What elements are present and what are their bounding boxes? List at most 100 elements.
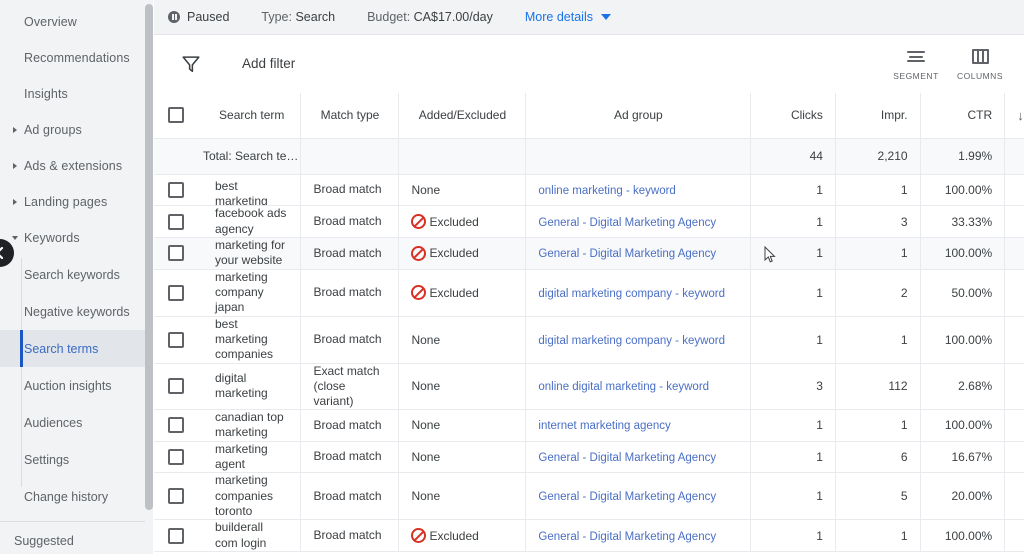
- ctr-value: 100.00%: [944, 332, 993, 347]
- row-checkbox[interactable]: [168, 448, 184, 465]
- table-row[interactable]: digital marketing Exact match (close vari…: [154, 363, 1024, 410]
- sidebar-item-audiences[interactable]: Audiences: [0, 404, 146, 441]
- cell-impr: 1: [835, 174, 921, 207]
- sidebar-item-overview[interactable]: Overview: [0, 4, 146, 40]
- ad-group-link[interactable]: General - Digital Marketing Agency: [538, 531, 716, 543]
- ad-group-link[interactable]: digital marketing company - keyword: [538, 288, 725, 300]
- sidebar-item-label: Landing pages: [24, 195, 108, 209]
- header-search-term[interactable]: Search term: [202, 93, 302, 139]
- cell-impr: 1: [835, 316, 921, 364]
- sidebar-item-change-history[interactable]: Change history: [0, 478, 146, 515]
- clicks-value: 1: [816, 182, 823, 197]
- excluded-icon: [411, 214, 427, 230]
- table-row[interactable]: canadian top marketing Broad match None int…: [154, 409, 1024, 442]
- sidebar-footer: Suggested: [0, 521, 146, 554]
- cell-avg-cpc: CA$4.09: [1004, 519, 1024, 553]
- ad-group-link[interactable]: online digital marketing - keyword: [538, 381, 709, 393]
- header-added-excluded[interactable]: Added/Excluded: [398, 93, 527, 139]
- added-excluded-text: None: [411, 489, 441, 504]
- total-avg-cpc: CA$3.70: [1004, 138, 1024, 175]
- ad-group-link[interactable]: internet marketing agency: [538, 420, 670, 432]
- row-checkbox[interactable]: [168, 378, 184, 395]
- sidebar-subitem-label: Auction insights: [24, 378, 112, 393]
- cell-clicks: 1: [750, 205, 836, 238]
- header-ad-group[interactable]: Ad group: [525, 93, 752, 139]
- header-avg-cpc[interactable]: ↓ Avg. CPC: [1004, 93, 1024, 139]
- ad-group-link[interactable]: General - Digital Marketing Agency: [538, 491, 716, 503]
- table-row[interactable]: best marketing companies Broad match None d…: [154, 316, 1024, 364]
- cell-ctr: 33.33%: [920, 205, 1006, 238]
- table-row[interactable]: facebook ads agency Broad match Excluded Ge…: [154, 205, 1024, 238]
- ad-group-link[interactable]: online marketing - keyword: [538, 185, 675, 197]
- total-clicks: 44: [750, 138, 836, 175]
- chevron-down-icon: [600, 14, 611, 20]
- table-row[interactable]: marketing company japan Broad match Exclud…: [154, 269, 1024, 317]
- table-row[interactable]: marketing for your website Broad match Exc…: [154, 237, 1024, 270]
- status-type-label: Type:: [261, 10, 292, 24]
- row-checkbox[interactable]: [168, 245, 184, 262]
- sidebar-item-landing-pages[interactable]: Landing pages: [0, 184, 146, 220]
- table-row[interactable]: best marketing Broad match None online mark…: [154, 174, 1024, 207]
- cell-match-type: Broad match: [300, 316, 400, 364]
- header-ctr[interactable]: CTR: [920, 93, 1006, 139]
- row-checkbox[interactable]: [168, 488, 184, 505]
- sidebar-item-recommendations[interactable]: Recommendations: [0, 40, 146, 76]
- cell-avg-cpc: CA$5.03: [1004, 316, 1024, 364]
- cell-added-excluded: Excluded: [398, 237, 527, 270]
- sidebar-item-ad-groups[interactable]: Ad groups: [0, 112, 146, 148]
- sidebar-item-auction-insights[interactable]: Auction insights: [0, 367, 146, 404]
- row-checkbox[interactable]: [168, 213, 184, 230]
- select-all-checkbox[interactable]: [168, 107, 184, 124]
- ad-group-link[interactable]: General - Digital Marketing Agency: [538, 452, 716, 464]
- sidebar-item-insights[interactable]: Insights: [0, 76, 146, 112]
- sidebar-item-ads-extensions[interactable]: Ads & extensions: [0, 148, 146, 184]
- row-select-cell: [154, 205, 203, 238]
- cell-search-term: canadian top marketing: [202, 409, 302, 442]
- row-select-cell: [154, 519, 203, 553]
- cell-avg-cpc: CA$4.86: [1004, 409, 1024, 442]
- cell-ad-group: digital marketing company - keyword: [525, 316, 752, 364]
- ad-group-link[interactable]: digital marketing company - keyword: [538, 335, 725, 347]
- sidebar-item-suggested[interactable]: Suggested: [0, 524, 146, 554]
- clicks-value: 1: [816, 528, 823, 543]
- table-row[interactable]: marketing companies toronto Broad match No…: [154, 472, 1024, 521]
- cell-added-excluded: Excluded: [398, 205, 527, 238]
- row-checkbox[interactable]: [168, 527, 184, 544]
- sidebar-item-search-terms[interactable]: Search terms: [0, 330, 146, 367]
- columns-button[interactable]: COLUMNS: [948, 47, 1012, 81]
- sidebar-item-search-keywords[interactable]: Search keywords: [0, 256, 146, 293]
- table-row[interactable]: builderall com login Broad match Excluded G…: [154, 519, 1024, 553]
- table-row[interactable]: marketing agent Broad match None General - …: [154, 441, 1024, 474]
- row-checkbox[interactable]: [168, 284, 184, 301]
- cell-match-type: Broad match: [300, 472, 400, 521]
- header-match-type[interactable]: Match type: [300, 93, 400, 139]
- cell-ctr: 100.00%: [920, 409, 1006, 442]
- pause-circle-icon: [168, 11, 180, 23]
- impr-value: 1: [900, 332, 908, 347]
- cell-avg-cpc: CA$5.06: [1004, 269, 1024, 317]
- header-impr[interactable]: Impr.: [835, 93, 921, 139]
- excluded-icon: [411, 285, 427, 301]
- ad-group-link[interactable]: General - Digital Marketing Agency: [538, 217, 716, 229]
- more-details-button[interactable]: More details: [525, 10, 611, 24]
- cell-ctr: 100.00%: [920, 316, 1006, 364]
- ctr-value: 100.00%: [944, 246, 993, 261]
- add-filter-button[interactable]: Add filter: [242, 56, 295, 71]
- filter-funnel-icon[interactable]: [180, 53, 202, 75]
- ctr-value: 100.00%: [944, 528, 993, 543]
- row-checkbox[interactable]: [168, 181, 184, 198]
- scrollbar-thumb[interactable]: [145, 4, 153, 510]
- sidebar-item-settings[interactable]: Settings: [0, 441, 146, 478]
- segment-button[interactable]: SEGMENT: [884, 47, 948, 81]
- sidebar-item-keywords[interactable]: Keywords: [0, 220, 146, 256]
- cell-ad-group: General - Digital Marketing Agency: [525, 205, 752, 238]
- row-checkbox[interactable]: [168, 417, 184, 434]
- header-clicks[interactable]: Clicks: [750, 93, 836, 139]
- main-content: Paused Type: Search Budget: CA$17.00/day…: [154, 0, 1024, 554]
- sidebar-item-negative-keywords[interactable]: Negative keywords: [0, 293, 146, 330]
- row-checkbox[interactable]: [168, 331, 184, 348]
- header-select-all: [154, 93, 203, 139]
- ad-group-link[interactable]: General - Digital Marketing Agency: [538, 248, 716, 260]
- page-scrollbar[interactable]: [145, 0, 153, 554]
- chevron-right-icon: [13, 127, 17, 133]
